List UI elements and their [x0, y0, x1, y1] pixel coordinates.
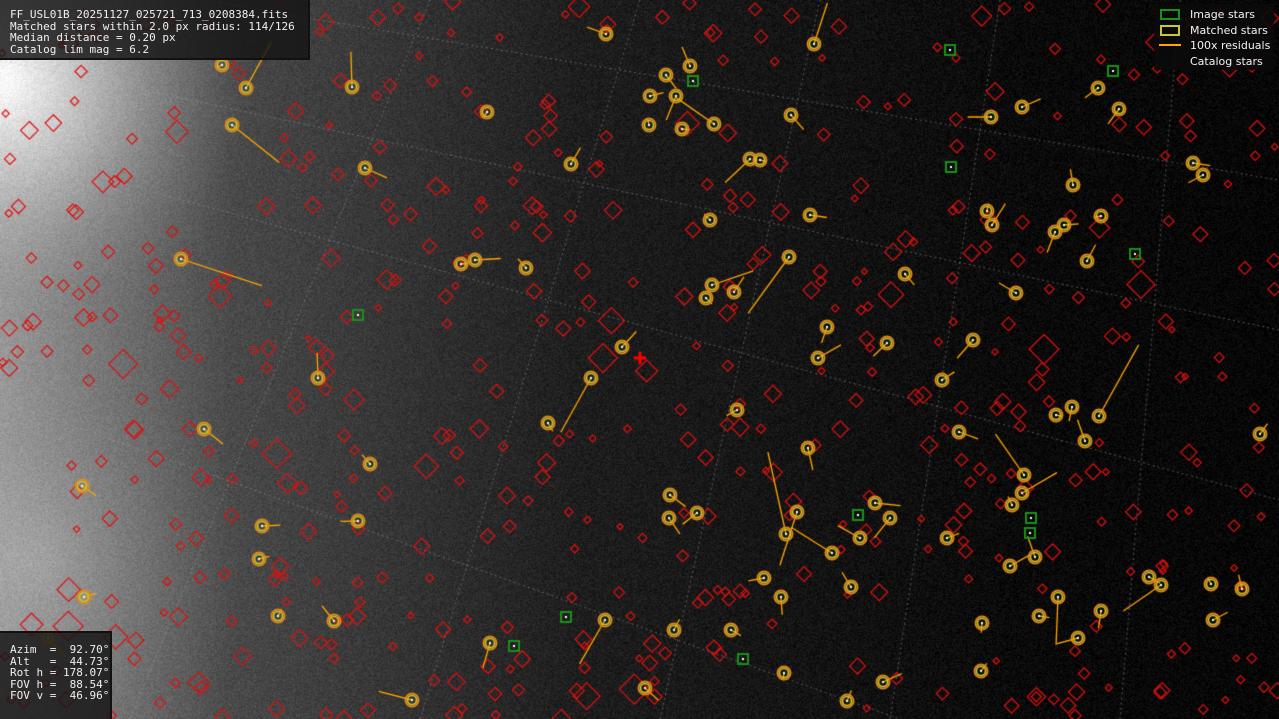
- legend-item-catalog-stars: Catalog stars: [1190, 54, 1263, 68]
- fits-filename: FF_USL01B_20251127_025721_713_0208384.fi…: [10, 8, 289, 21]
- matched-star-legend-icon: [1160, 25, 1180, 36]
- legend-item-image-stars: Image stars: [1158, 7, 1255, 21]
- residual-line-legend-icon: [1159, 44, 1181, 46]
- legend-item-matched-stars: Matched stars: [1158, 23, 1268, 37]
- azimuth-text: Azim = 92.70°: [10, 643, 110, 656]
- pointing-panel: Azim = 92.70° Alt = 44.73° Rot h = 178.07°…: [0, 631, 112, 719]
- image-star-legend-icon: [1160, 9, 1180, 20]
- fit-info-panel: FF_USL01B_20251127_025721_713_0208384.fi…: [0, 0, 310, 60]
- catalog-limit-text: Catalog lim mag = 6.2: [10, 42, 150, 56]
- fov-vertical-text: FOV v = 46.96°: [10, 689, 110, 703]
- sky-image-canvas: [0, 0, 1279, 719]
- legend: Image stars Matched stars 100x residuals…: [1154, 4, 1274, 70]
- legend-item-residuals: 100x residuals: [1158, 38, 1270, 52]
